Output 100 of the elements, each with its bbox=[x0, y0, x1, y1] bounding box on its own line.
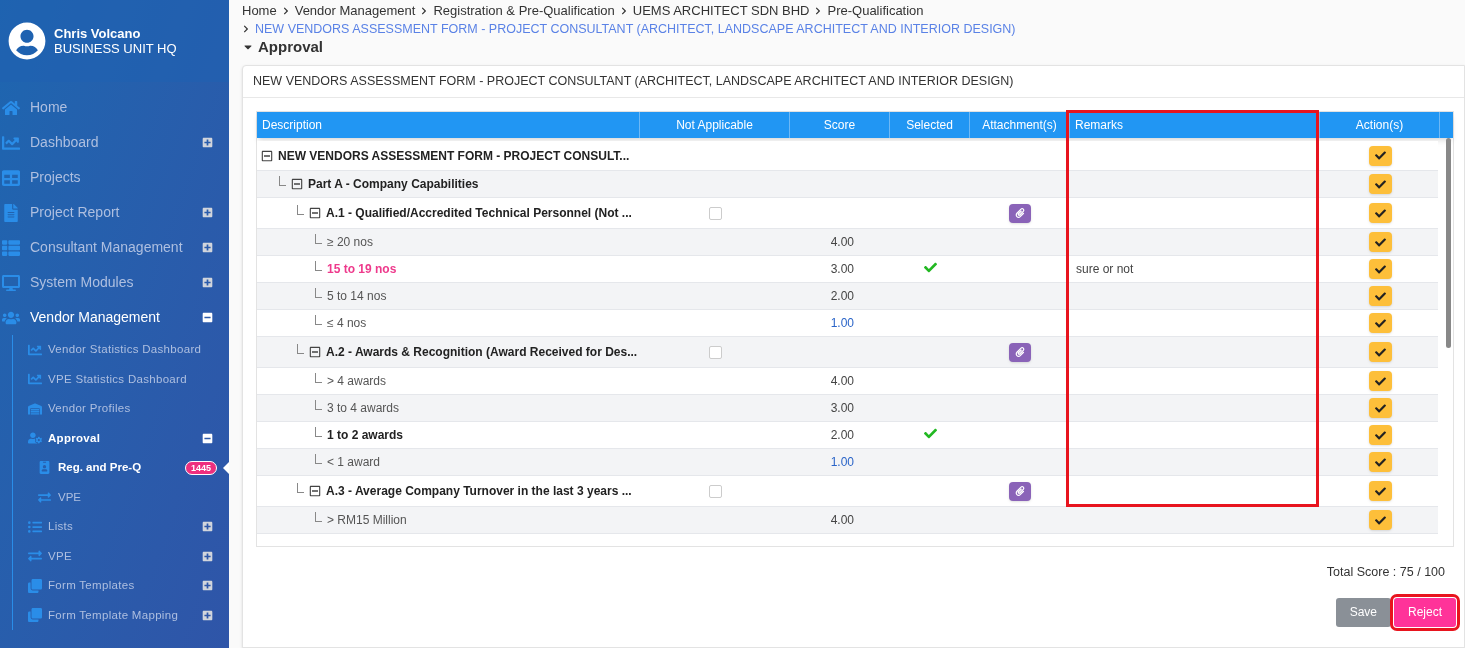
sidebar-item[interactable]: Vendor Statistics Dashboard bbox=[13, 335, 229, 365]
approve-button[interactable] bbox=[1368, 342, 1392, 362]
description-text: A.1 - Qualified/Accredited Technical Personnel (Not ... bbox=[326, 205, 632, 222]
chevron-icon bbox=[619, 7, 628, 15]
collapse-icon[interactable] bbox=[202, 312, 213, 323]
approve-button[interactable] bbox=[1368, 510, 1392, 530]
arrows-icon bbox=[38, 490, 51, 504]
expand-icon[interactable] bbox=[202, 580, 213, 592]
approve-button[interactable] bbox=[1368, 481, 1392, 501]
sidebar-item[interactable]: Vendor Profiles bbox=[13, 394, 229, 424]
check-icon bbox=[1374, 290, 1386, 302]
approve-button[interactable] bbox=[1368, 203, 1392, 223]
building-icon bbox=[28, 401, 42, 416]
user-name: Chris Volcano bbox=[54, 26, 142, 41]
column-header: Selected bbox=[890, 112, 970, 138]
collapse-icon[interactable] bbox=[309, 485, 321, 497]
approve-button[interactable] bbox=[1368, 232, 1392, 252]
approve-button[interactable] bbox=[1368, 174, 1392, 194]
tree-branch-icon bbox=[315, 454, 322, 464]
check-icon bbox=[1374, 236, 1386, 248]
approve-button[interactable] bbox=[1368, 313, 1392, 333]
expand-icon[interactable] bbox=[202, 137, 213, 148]
collapse-icon[interactable] bbox=[291, 178, 303, 190]
sidebar-item[interactable]: VPE bbox=[13, 482, 229, 512]
paperclip-icon bbox=[1015, 347, 1025, 357]
tree-branch-icon bbox=[315, 427, 322, 437]
approve-button[interactable] bbox=[1368, 259, 1392, 279]
approve-button[interactable] bbox=[1368, 286, 1392, 306]
tree-branch-icon bbox=[315, 288, 322, 298]
sidebar-item[interactable]: Home bbox=[0, 90, 229, 125]
copy-icon bbox=[28, 608, 42, 623]
collapse-icon[interactable] bbox=[309, 207, 321, 219]
collapse-icon[interactable] bbox=[202, 432, 213, 444]
expand-icon[interactable] bbox=[202, 207, 213, 218]
sidebar-item[interactable]: VPE Statistics Dashboard bbox=[13, 364, 229, 394]
description-text: ≥ 20 nos bbox=[327, 234, 373, 251]
score-text: 1.00 bbox=[830, 454, 854, 471]
score-text: 2.00 bbox=[830, 427, 854, 444]
scrollbar[interactable] bbox=[1446, 138, 1451, 348]
attachment-button[interactable] bbox=[1009, 481, 1031, 501]
expand-icon[interactable] bbox=[202, 521, 213, 533]
tree-branch-icon bbox=[315, 234, 322, 244]
check-icon bbox=[1374, 375, 1386, 387]
approve-button[interactable] bbox=[1368, 452, 1392, 472]
score-text: 4.00 bbox=[830, 234, 854, 251]
sidebar-item[interactable]: Dashboard bbox=[0, 125, 229, 160]
expand-icon[interactable] bbox=[202, 242, 213, 253]
approve-button[interactable] bbox=[1368, 425, 1392, 445]
tree-branch-icon bbox=[315, 261, 322, 271]
description-text: 1 to 2 awards bbox=[327, 427, 404, 444]
breadcrumb-link[interactable]: Registration & Pre-Qualification bbox=[433, 2, 615, 20]
chart-icon bbox=[2, 133, 20, 152]
breadcrumb-link[interactable]: UEMS ARCHITECT SDN BHD bbox=[632, 2, 810, 20]
sidebar-item[interactable]: Projects bbox=[0, 160, 229, 195]
chevron-icon bbox=[281, 7, 290, 15]
column-header: Attachment(s) bbox=[970, 112, 1070, 138]
description-text: 5 to 14 nos bbox=[327, 288, 387, 305]
sidebar-item[interactable]: Consultant Management bbox=[0, 230, 229, 265]
save-button[interactable]: Save bbox=[1335, 597, 1391, 627]
check-icon bbox=[1374, 263, 1386, 275]
tree-branch-icon bbox=[279, 176, 286, 186]
home-icon bbox=[2, 98, 20, 117]
sidebar-item[interactable]: Approval bbox=[13, 423, 229, 453]
collapse-icon[interactable] bbox=[261, 149, 273, 162]
paperclip-icon bbox=[1015, 486, 1025, 496]
approve-button[interactable] bbox=[1368, 145, 1392, 166]
tree-branch-icon bbox=[297, 205, 304, 215]
sidebar-item[interactable]: Form Template Mapping bbox=[13, 600, 229, 630]
attachment-button[interactable] bbox=[1009, 342, 1031, 362]
sidebar-item[interactable]: Project Report bbox=[0, 195, 229, 230]
paperclip-icon bbox=[1015, 208, 1025, 218]
sidebar-item[interactable]: System Modules bbox=[0, 265, 229, 300]
breadcrumb-current: NEW VENDORS ASSESSMENT FORM - PROJECT CONSULTANT (ARCHITECT, LANDSCAPE ARCHITECT AND INTERIOR DESIGN) bbox=[255, 21, 1016, 38]
description-text: A.2 - Awards & Recognition (Award Received for Des... bbox=[326, 344, 638, 361]
sidebar-item[interactable]: VPE bbox=[13, 541, 229, 571]
score-text: 2.00 bbox=[830, 288, 854, 305]
chevron-icon bbox=[242, 25, 250, 33]
check-icon bbox=[1374, 178, 1386, 190]
expand-icon[interactable] bbox=[202, 609, 213, 621]
sidebar-item[interactable]: Lists bbox=[13, 512, 229, 542]
score-text: 4.00 bbox=[830, 373, 854, 390]
user-unit: BUSINESS UNIT HQ bbox=[54, 41, 177, 56]
breadcrumb-link[interactable]: Vendor Management bbox=[294, 2, 416, 20]
breadcrumb-link[interactable]: Home bbox=[242, 2, 277, 20]
sidebar-item[interactable]: Form Templates bbox=[13, 571, 229, 601]
breadcrumb-link[interactable]: Pre-Qualification bbox=[827, 2, 924, 20]
tree-branch-icon bbox=[315, 512, 322, 522]
not-applicable-checkbox[interactable] bbox=[708, 206, 722, 220]
not-applicable-checkbox[interactable] bbox=[708, 345, 722, 359]
column-header: Action(s) bbox=[1320, 112, 1440, 138]
approve-button[interactable] bbox=[1368, 398, 1392, 418]
expand-icon[interactable] bbox=[202, 550, 213, 562]
attachment-button[interactable] bbox=[1009, 203, 1031, 223]
not-applicable-checkbox[interactable] bbox=[708, 484, 722, 498]
description-text: < 1 award bbox=[327, 454, 381, 471]
chart-icon bbox=[28, 342, 42, 357]
expand-icon[interactable] bbox=[202, 277, 213, 288]
approve-button[interactable] bbox=[1368, 371, 1392, 391]
sidebar-item[interactable]: Vendor Management bbox=[0, 300, 229, 335]
collapse-icon[interactable] bbox=[309, 346, 321, 358]
